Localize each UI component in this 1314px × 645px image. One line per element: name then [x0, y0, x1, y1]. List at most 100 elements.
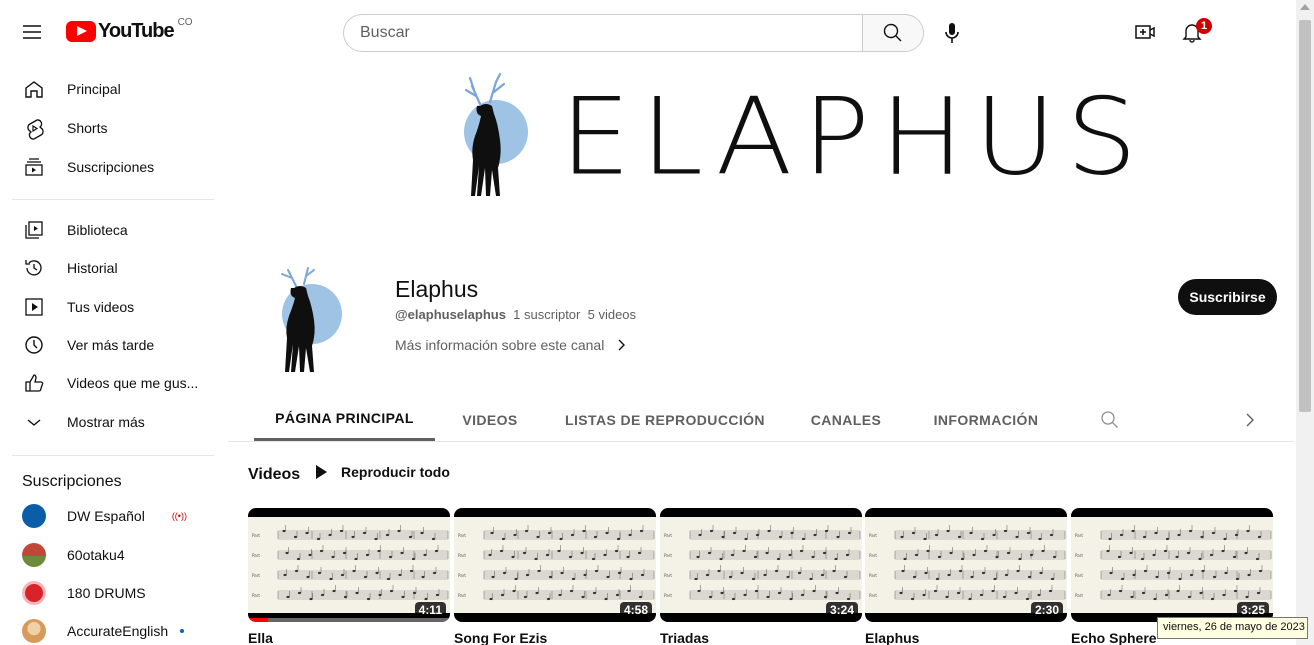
- sidebar-divider: [12, 455, 214, 456]
- sidebar-subscription-60otaku4[interactable]: 60otaku4: [12, 536, 216, 574]
- subscription-label: 60otaku4: [67, 547, 125, 563]
- video-title[interactable]: Triadas: [660, 630, 709, 645]
- svg-text:Part: Part: [1075, 533, 1083, 538]
- shelf-title: Videos: [248, 466, 301, 483]
- home-icon: [22, 77, 46, 101]
- chevron-right-icon[interactable]: [1238, 408, 1262, 432]
- page-scrollbar[interactable]: [1296, 0, 1314, 645]
- youtube-logo[interactable]: YouTube CO: [66, 17, 193, 43]
- new-content-dot: [180, 629, 185, 633]
- sheet-music-image: Part Part Part Part: [660, 517, 862, 613]
- liked-videos-icon: [22, 371, 46, 395]
- avatar: [22, 581, 46, 605]
- sidebar-item-label: Historial: [67, 260, 118, 276]
- video-thumbnail[interactable]: Part Part Part Part 4:58: [454, 508, 656, 622]
- video-card[interactable]: Part Part Part Part 4:58 Song For Ezis: [454, 508, 656, 645]
- svg-text:Part: Part: [458, 573, 466, 578]
- subscription-label: 180 DRUMS: [67, 585, 146, 601]
- sidebar-subscription-dw-espanol[interactable]: DW Español ((•)): [12, 497, 216, 535]
- video-duration: 4:11: [414, 602, 446, 618]
- video-card[interactable]: Part Part Part Part 3:24 Triadas: [660, 508, 862, 645]
- svg-text:Part: Part: [1075, 553, 1083, 558]
- banner-title: ELAPHUS: [560, 75, 1148, 199]
- sidebar-item-label: Biblioteca: [67, 222, 128, 238]
- channel-avatar[interactable]: [268, 262, 358, 378]
- sidebar-item-principal[interactable]: Principal: [12, 70, 216, 108]
- tab-canales[interactable]: CANALES: [800, 398, 892, 441]
- menu-icon[interactable]: [20, 20, 44, 44]
- sidebar-item-biblioteca[interactable]: Biblioteca: [12, 211, 216, 249]
- search-icon[interactable]: [1098, 408, 1122, 432]
- search-input[interactable]: [343, 14, 863, 52]
- tab-videos[interactable]: VIDEOS: [450, 398, 530, 441]
- subscription-label: AccurateEnglish: [67, 623, 169, 639]
- video-title[interactable]: Echo Sphere: [1071, 630, 1157, 645]
- svg-text:Part: Part: [458, 553, 466, 558]
- channel-name: Elaphus: [395, 276, 479, 302]
- sidebar-item-mostrar-mas[interactable]: Mostrar más: [12, 403, 216, 441]
- video-title[interactable]: Song For Ezis: [454, 630, 547, 645]
- play-all-button[interactable]: Reproducir todo: [316, 464, 450, 480]
- sidebar-item-shorts[interactable]: Shorts: [12, 109, 216, 147]
- sidebar-item-tus-videos[interactable]: Tus videos: [12, 288, 216, 326]
- video-count: 5 videos: [587, 307, 637, 322]
- more-info-link[interactable]: Más información sobre este canal: [395, 337, 628, 353]
- sheet-music-image: Part Part Part Part: [248, 517, 450, 613]
- video-thumbnail[interactable]: Part Part Part Part 3:24: [660, 508, 862, 622]
- sidebar-divider: [12, 199, 214, 200]
- sidebar-subscription-180-drums[interactable]: 180 DRUMS: [12, 574, 216, 612]
- sidebar-item-label: Suscripciones: [67, 159, 155, 175]
- video-duration: 4:58: [619, 602, 652, 618]
- subscriptions-heading: Suscripciones: [22, 473, 122, 490]
- library-icon: [22, 218, 46, 242]
- sidebar-item-label: Principal: [67, 81, 121, 97]
- date-tooltip: viernes, 26 de mayo de 2023: [1157, 617, 1308, 639]
- notification-badge: 1: [1196, 18, 1212, 34]
- svg-text:Part: Part: [664, 533, 672, 538]
- video-title[interactable]: Elaphus: [865, 630, 919, 645]
- tab-informacion[interactable]: INFORMACIÓN: [922, 398, 1050, 441]
- svg-text:Part: Part: [1075, 593, 1083, 598]
- avatar: [22, 543, 46, 567]
- search-button[interactable]: [862, 14, 924, 52]
- sidebar-item-historial[interactable]: Historial: [12, 249, 216, 287]
- live-indicator-icon: ((•)): [171, 511, 187, 521]
- scrollbar-thumb[interactable]: [1299, 20, 1311, 412]
- tab-pagina-principal[interactable]: PÁGINA PRINCIPAL: [254, 398, 435, 441]
- scroll-up-arrow-icon[interactable]: [1300, 4, 1310, 10]
- sidebar-item-label: Videos que me gus...: [67, 375, 199, 391]
- sheet-music-image: Part Part Part Part: [1071, 517, 1273, 613]
- video-title[interactable]: Ella: [248, 630, 273, 645]
- youtube-play-icon: [66, 21, 96, 42]
- tab-listas-de-reproduccion[interactable]: LISTAS DE REPRODUCCIÓN: [560, 398, 770, 441]
- watch-later-icon: [22, 333, 46, 357]
- search-icon: [883, 23, 902, 42]
- svg-text:Part: Part: [252, 593, 260, 598]
- video-duration: 2:30: [1030, 602, 1063, 618]
- sheet-music-image: Part Part Part Part: [865, 517, 1067, 613]
- voice-search-button[interactable]: [933, 14, 971, 52]
- sheet-music-image: Part Part Part Part: [454, 517, 656, 613]
- svg-text:Part: Part: [664, 573, 672, 578]
- sidebar-subscription-accurateenglish[interactable]: AccurateEnglish: [12, 612, 216, 645]
- video-thumbnail[interactable]: Part Part Part Part 4:11: [248, 508, 450, 622]
- subscribe-button[interactable]: Suscribirse: [1178, 279, 1277, 315]
- sidebar-item-ver-mas-tarde[interactable]: Ver más tarde: [12, 326, 216, 364]
- video-thumbnail[interactable]: Part Part Part Part 2:30: [865, 508, 1067, 622]
- create-video-button[interactable]: [1133, 20, 1157, 44]
- channel-tabs: PÁGINA PRINCIPAL VIDEOS LISTAS DE REPROD…: [228, 398, 1294, 442]
- channel-meta: @elaphuselaphus 1 suscriptor 5 videos: [395, 307, 636, 322]
- play-all-label: Reproducir todo: [341, 464, 450, 480]
- svg-text:Part: Part: [458, 533, 466, 538]
- create-video-icon: [1135, 25, 1155, 39]
- sidebar-item-suscripciones[interactable]: Suscripciones: [12, 148, 216, 186]
- svg-text:Part: Part: [869, 553, 877, 558]
- video-card[interactable]: Part Part Part Part 4:11 Ella: [248, 508, 450, 645]
- avatar: [22, 619, 46, 643]
- sidebar-item-liked-videos[interactable]: Videos que me gus...: [12, 364, 216, 402]
- chevron-right-icon: [618, 339, 626, 351]
- video-thumbnail[interactable]: Part Part Part Part 3:25: [1071, 508, 1273, 622]
- svg-text:Part: Part: [869, 593, 877, 598]
- video-card[interactable]: Part Part Part Part 2:30 Elaphus: [865, 508, 1067, 645]
- sidebar-item-label: Ver más tarde: [67, 337, 155, 353]
